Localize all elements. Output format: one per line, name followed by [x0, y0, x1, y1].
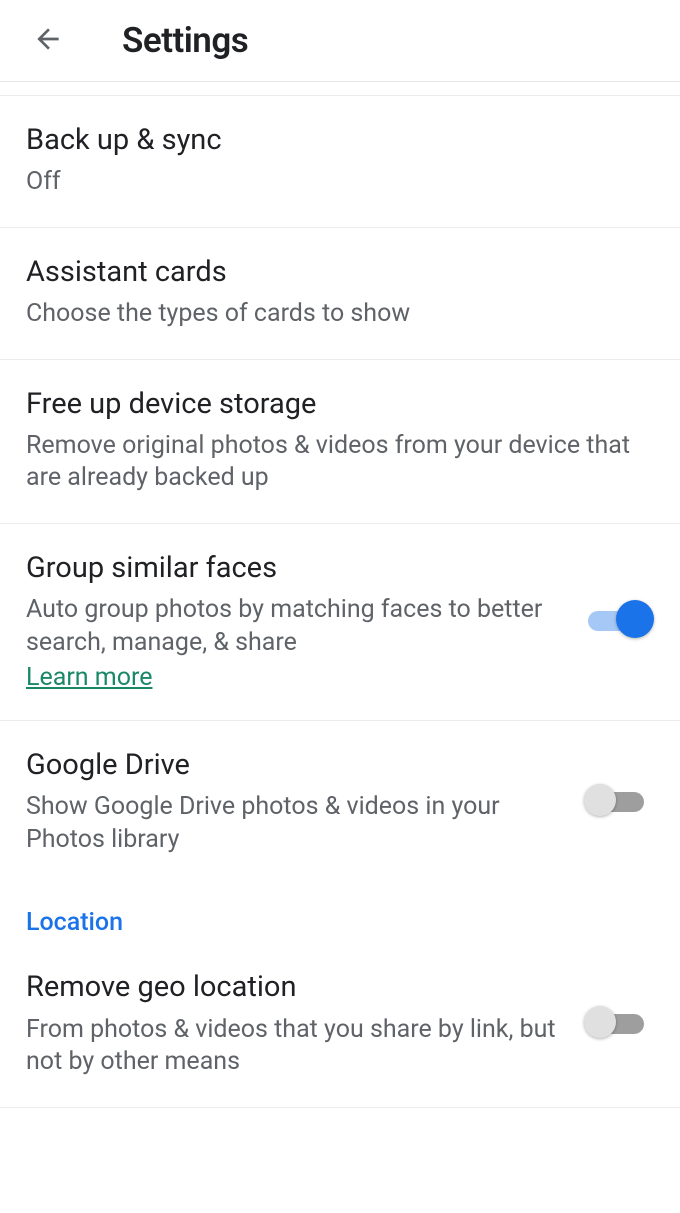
setting-subtitle: Show Google Drive photos & videos in you…	[26, 791, 576, 856]
setting-body: Google Drive Show Google Drive photos & …	[26, 747, 588, 856]
setting-body: Free up device storage Remove original p…	[26, 386, 654, 495]
setting-title: Group similar faces	[26, 550, 576, 586]
spacer	[0, 82, 680, 96]
app-bar: Settings	[0, 0, 680, 82]
toggle-thumb	[584, 1006, 616, 1038]
setting-remove-geo-location[interactable]: Remove geo location From photos & videos…	[0, 943, 680, 1107]
setting-subtitle: From photos & videos that you share by l…	[26, 1014, 576, 1079]
setting-title: Back up & sync	[26, 122, 642, 158]
toggle-group-faces[interactable]	[588, 609, 648, 633]
toggle-google-drive[interactable]	[588, 790, 648, 814]
setting-backup-sync[interactable]: Back up & sync Off	[0, 96, 680, 228]
back-arrow-icon	[32, 23, 64, 59]
setting-title: Google Drive	[26, 747, 576, 783]
section-header-location: Location	[0, 884, 680, 943]
setting-subtitle: Auto group photos by matching faces to b…	[26, 594, 576, 659]
setting-title: Assistant cards	[26, 254, 642, 290]
setting-assistant-cards[interactable]: Assistant cards Choose the types of card…	[0, 228, 680, 360]
setting-body: Group similar faces Auto group photos by…	[26, 550, 588, 692]
toggle-remove-geo[interactable]	[588, 1012, 648, 1036]
setting-title: Free up device storage	[26, 386, 642, 422]
setting-google-drive[interactable]: Google Drive Show Google Drive photos & …	[0, 721, 680, 884]
back-button[interactable]	[30, 23, 66, 59]
setting-subtitle: Remove original photos & videos from you…	[26, 430, 642, 495]
setting-subtitle: Choose the types of cards to show	[26, 298, 642, 331]
setting-body: Assistant cards Choose the types of card…	[26, 254, 654, 331]
learn-more-link[interactable]: Learn more	[26, 663, 152, 692]
setting-body: Remove geo location From photos & videos…	[26, 969, 588, 1078]
setting-body: Back up & sync Off	[26, 122, 654, 199]
setting-subtitle: Off	[26, 166, 642, 199]
setting-group-similar-faces[interactable]: Group similar faces Auto group photos by…	[0, 524, 680, 721]
setting-free-up-storage[interactable]: Free up device storage Remove original p…	[0, 360, 680, 524]
page-title: Settings	[122, 20, 248, 61]
toggle-thumb	[584, 784, 616, 816]
setting-title: Remove geo location	[26, 969, 576, 1005]
toggle-thumb	[616, 600, 654, 638]
